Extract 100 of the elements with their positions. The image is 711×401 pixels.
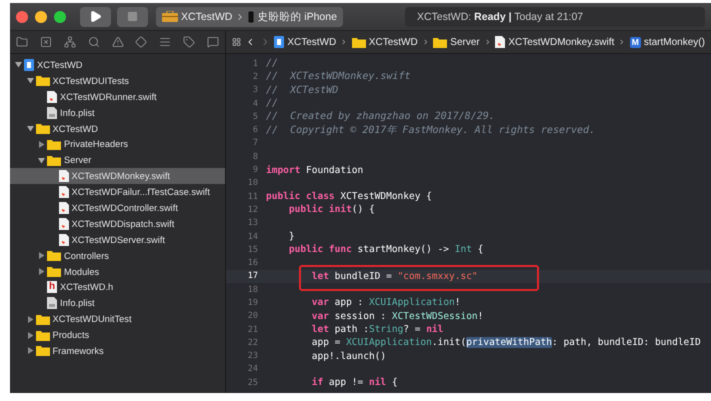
line-number: 1 [252, 58, 259, 69]
file-name: Info.plist [60, 108, 95, 118]
code-line: var app : XCUIApplication! [310, 297, 460, 308]
disclosure-triangle-icon[interactable] [38, 268, 45, 276]
disclosure-triangle-icon[interactable] [38, 156, 45, 164]
file-name: Info.plist [60, 298, 95, 308]
project-file-icon [24, 58, 34, 71]
diamond-icon[interactable] [135, 36, 148, 48]
close-button[interactable] [16, 10, 28, 22]
tree-row[interactable]: Modules [10, 264, 225, 280]
code-line: // XCTestWD [266, 84, 338, 96]
disclosure-triangle-icon[interactable] [26, 332, 34, 339]
folder-icon [433, 36, 448, 48]
line-number: 22 [246, 338, 259, 348]
disclosure-triangle-icon[interactable] [38, 252, 45, 260]
minimize-button[interactable] [35, 10, 47, 22]
code-line: // Copyright © 2017年 FastMonkey. All rights reserved. [266, 124, 596, 138]
warning-icon[interactable] [112, 36, 124, 48]
stop-icon [127, 11, 138, 22]
tree-row[interactable]: Products [10, 327, 225, 344]
path-crumb[interactable]: Server [433, 36, 480, 48]
line-number: 13 [246, 218, 259, 228]
source-control-icon[interactable] [40, 36, 52, 48]
disclosure-triangle-icon[interactable] [15, 61, 22, 68]
tree-row[interactable]: Info.plist [10, 295, 225, 312]
zoom-button[interactable] [54, 10, 66, 22]
disclosure-triangle-icon[interactable] [26, 125, 34, 132]
file-name: XCTestWD [37, 60, 82, 70]
line-number: 7 [252, 138, 259, 148]
line-number: 6 [252, 125, 259, 136]
swift-file-icon [495, 36, 506, 48]
run-button[interactable] [80, 6, 111, 26]
speech-bubble-icon[interactable] [207, 36, 219, 48]
tree-row[interactable]: PrivateHeaders [10, 136, 225, 152]
code-line: public init() { [288, 204, 375, 216]
tree-row[interactable]: XCTestWDMonkey.swift [10, 168, 225, 184]
folder-icon [47, 138, 61, 150]
tree-row[interactable]: XCTestWDUITests [10, 72, 225, 89]
scheme-selector[interactable]: XCTestWD 史盼盼的 iPhone [156, 6, 343, 26]
code-line: } [288, 231, 295, 242]
file-name: Modules [64, 266, 100, 277]
file-name: XCTestWDUITests [52, 76, 129, 86]
tree-row[interactable]: h XCTestWD.h [10, 279, 225, 296]
line-number: 17 [246, 271, 259, 282]
code-line: // Created by zhangzhao on 2017/8/29. [266, 111, 495, 122]
lines-icon[interactable] [159, 36, 172, 48]
file-name: XCTestWD.h [60, 282, 114, 292]
search-icon[interactable] [88, 36, 100, 48]
tree-row[interactable]: Info.plist [10, 104, 225, 121]
tree-row[interactable]: XCTestWDController.swift [10, 200, 225, 216]
tree-row[interactable]: XCTestWDRunner.swift [10, 88, 225, 105]
path-crumb[interactable]: XCTestWDMonkey.swift [495, 36, 614, 48]
tree-row[interactable]: Controllers [10, 248, 225, 264]
file-name: Controllers [64, 250, 109, 261]
tag-icon[interactable] [183, 36, 196, 48]
swift-file-icon [58, 218, 68, 230]
line-number: 25 [246, 378, 259, 388]
tree-row[interactable]: XCTestWD [10, 120, 225, 136]
disclosure-triangle-icon[interactable] [38, 140, 45, 148]
line-number: 9 [252, 165, 259, 176]
document-icon [47, 106, 57, 119]
line-number: 8 [252, 152, 259, 162]
tree-row[interactable]: Server [10, 152, 225, 168]
swift-file-icon [47, 90, 57, 103]
file-name: Server [64, 155, 92, 166]
code-line: app = XCUIApplication.init(privateWithPath: path, bundleID: bundleID [310, 337, 701, 348]
tree-row[interactable]: XCTestWDDispatch.swift [10, 216, 225, 232]
path-crumb[interactable]: M startMonkey() [630, 36, 705, 48]
file-name: XCTestWDUnitTest [52, 314, 132, 324]
line-number: 11 [246, 192, 259, 202]
folder-icon [36, 75, 50, 86]
code-line: public class XCTestWDMonkey { [266, 191, 432, 202]
line-number: 16 [246, 258, 259, 268]
hierarchy-icon[interactable] [64, 36, 76, 48]
line-number: 5 [252, 112, 259, 122]
header-file-icon: h [47, 281, 57, 294]
swift-file-icon [58, 234, 68, 246]
tree-row[interactable]: XCTestWD [10, 57, 225, 73]
path-crumb[interactable]: XCTestWD [352, 36, 418, 48]
tree-row[interactable]: Frameworks [10, 343, 225, 359]
tree-row[interactable]: XCTestWDUnitTest [10, 311, 225, 328]
stop-button[interactable] [117, 6, 148, 26]
disclosure-triangle-icon[interactable] [26, 347, 34, 354]
chevron-icon [422, 37, 430, 47]
folder-icon [352, 36, 366, 48]
folder-icon [47, 154, 61, 166]
path-crumb[interactable]: XCTestWD [274, 36, 336, 48]
disclosure-triangle-icon[interactable] [26, 77, 34, 84]
disclosure-triangle-icon[interactable] [26, 316, 34, 323]
folder-icon[interactable] [16, 36, 28, 48]
swift-file-icon [58, 202, 68, 214]
tree-row[interactable]: XCTestWDFailur...fTestCase.swift [10, 184, 225, 200]
line-number: 14 [246, 232, 259, 242]
line-number: 23 [246, 351, 259, 362]
file-name: Products [52, 330, 90, 340]
tree-row[interactable]: XCTestWDServer.swift [10, 232, 225, 248]
code-line: public func startMonkey() -> Int { [288, 244, 484, 256]
line-number: 3 [252, 85, 259, 96]
folder-icon [36, 314, 50, 325]
line-number: 20 [246, 311, 259, 322]
